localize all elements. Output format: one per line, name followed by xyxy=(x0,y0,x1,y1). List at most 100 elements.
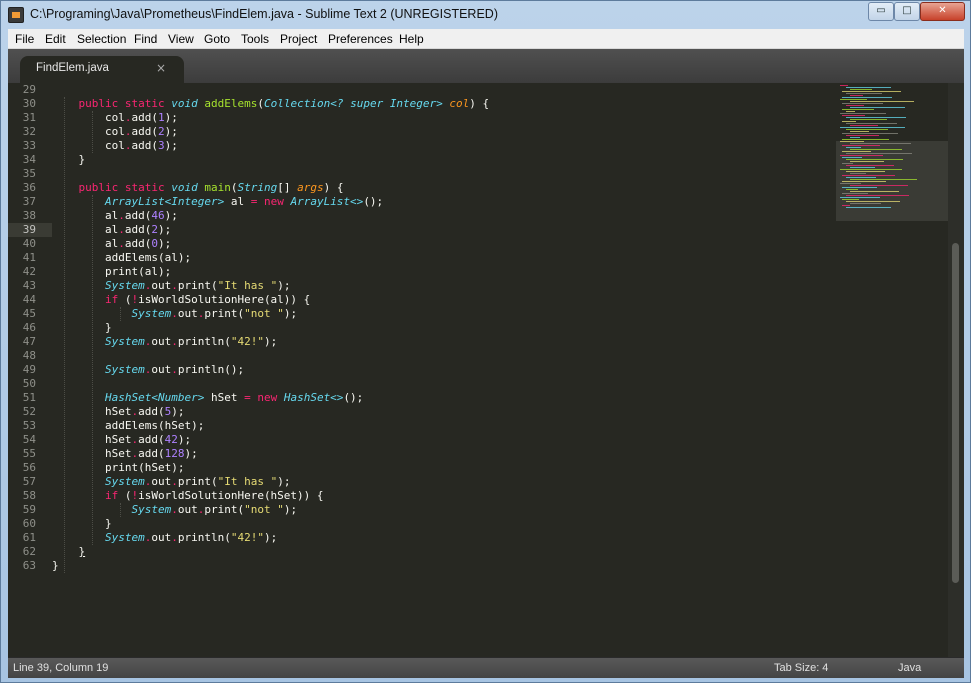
minimap-stroke xyxy=(850,89,872,90)
minimap-stroke xyxy=(842,157,862,158)
minimap-stroke xyxy=(850,161,884,162)
line-number: 54 xyxy=(22,433,36,446)
menu-preferences[interactable]: Preferences xyxy=(328,32,393,46)
line-number: 35 xyxy=(22,167,36,180)
code-area[interactable]: public static void addElems(Collection<?… xyxy=(52,83,834,657)
minimap-stroke xyxy=(846,177,876,178)
minimap-stroke xyxy=(846,195,909,196)
code-line: addElems(hSet); xyxy=(52,419,205,432)
code-line: col.add(3); xyxy=(52,139,178,152)
code-editor[interactable]: 29 30 31 32 33 34 35 36 37 38 39 40 41 42 43 44 45 46 47 48… xyxy=(8,83,964,657)
minimize-button[interactable]: ▭ xyxy=(868,2,894,21)
minimap-stroke xyxy=(850,143,911,144)
minimap-stroke xyxy=(840,155,883,156)
menu-selection[interactable]: Selection xyxy=(77,32,126,46)
syntax-indicator[interactable]: Java xyxy=(898,662,921,674)
vertical-scrollbar[interactable] xyxy=(948,83,964,657)
line-number: 63 xyxy=(22,559,36,572)
tab-label: FindElem.java xyxy=(36,62,109,74)
minimap-stroke xyxy=(842,163,853,164)
minimap-stroke xyxy=(842,109,874,110)
line-number: 59 xyxy=(22,503,36,516)
minimap-stroke xyxy=(840,99,867,100)
menu-tools[interactable]: Tools xyxy=(241,32,269,46)
minimap-stroke xyxy=(846,93,882,94)
line-number: 29 xyxy=(22,83,36,96)
minimap-stroke xyxy=(842,175,895,176)
line-number: 55 xyxy=(22,447,36,460)
line-number: 56 xyxy=(22,461,36,474)
line-number: 32 xyxy=(22,125,36,138)
status-bar: Line 39, Column 19 Tab Size: 4 Java xyxy=(8,657,964,678)
close-button[interactable]: ✕ xyxy=(920,2,965,21)
menu-goto[interactable]: Goto xyxy=(204,32,230,46)
code-line: HashSet<Number> hSet = new HashSet<>(); xyxy=(104,391,364,404)
menu-project[interactable]: Project xyxy=(280,32,317,46)
menu-find[interactable]: Find xyxy=(134,32,157,46)
cursor-position: Line 39, Column 19 xyxy=(13,662,109,674)
code-line: al.add(2); xyxy=(52,223,172,236)
minimap-stroke xyxy=(850,191,899,192)
line-number: 42 xyxy=(22,265,36,278)
tab-size-indicator[interactable]: Tab Size: 4 xyxy=(774,662,828,674)
minimap-stroke xyxy=(842,121,856,122)
menu-edit[interactable]: Edit xyxy=(45,32,66,46)
minimap-stroke xyxy=(850,107,905,108)
sublime-window: C:\Programing\Java\Prometheus\FindElem.j… xyxy=(0,0,971,683)
code-line: hSet.add(5); xyxy=(52,405,185,418)
menu-help[interactable]: Help xyxy=(399,32,424,46)
sublime-app-icon[interactable] xyxy=(8,7,24,23)
code-line: col.add(1); xyxy=(52,111,178,124)
minimap-stroke xyxy=(842,139,889,140)
minimap-stroke xyxy=(846,111,855,112)
minimap-stroke xyxy=(842,151,871,152)
line-number: 41 xyxy=(22,251,36,264)
line-number: 43 xyxy=(22,279,36,292)
menu-file[interactable]: File xyxy=(15,32,34,46)
minimap-stroke xyxy=(846,135,879,136)
minimap-stroke xyxy=(850,167,875,168)
line-number: 47 xyxy=(22,335,36,348)
scrollbar-thumb[interactable] xyxy=(952,243,959,583)
line-number-gutter: 29 30 31 32 33 34 35 36 37 38 39 40 41 42 43 44 45 46 47 48… xyxy=(8,83,52,657)
code-line: public static void addElems(Collection<?… xyxy=(78,97,490,110)
minimap-stroke xyxy=(846,201,900,202)
minimap[interactable] xyxy=(834,83,948,657)
minimap-stroke xyxy=(846,171,885,172)
code-line: print(hSet); xyxy=(52,461,185,474)
line-number: 49 xyxy=(22,363,36,376)
line-number: 31 xyxy=(22,111,36,124)
code-line: hSet.add(42); xyxy=(52,433,192,446)
menu-bar: File Edit Selection Find View Goto Tools… xyxy=(8,29,964,49)
minimap-stroke xyxy=(846,147,861,148)
minimap-stroke xyxy=(846,165,894,166)
code-line: al.add(0); xyxy=(52,237,172,250)
minimap-stroke xyxy=(842,145,880,146)
minimap-stroke xyxy=(840,197,880,198)
minimap-stroke xyxy=(840,113,886,114)
code-line: addElems(al); xyxy=(52,251,192,264)
line-number: 61 xyxy=(22,531,36,544)
minimap-stroke xyxy=(846,87,891,88)
line-number: 36 xyxy=(22,181,36,194)
line-number: 39 xyxy=(22,223,36,236)
minimap-stroke xyxy=(846,105,864,106)
title-bar[interactable]: C:\Programing\Java\Prometheus\FindElem.j… xyxy=(1,1,970,29)
menu-view[interactable]: View xyxy=(168,32,194,46)
code-line: System.out.print("not "); xyxy=(131,307,298,320)
line-number: 58 xyxy=(22,489,36,502)
code-line: print(al); xyxy=(52,265,172,278)
minimap-stroke xyxy=(840,141,864,142)
tab-findelem[interactable]: FindElem.java × xyxy=(20,56,184,83)
line-number: 60 xyxy=(22,517,36,530)
code-line: System.out.print("It has "); xyxy=(104,279,291,292)
minimap-stroke xyxy=(842,115,865,116)
minimap-stroke xyxy=(840,85,848,86)
minimap-stroke xyxy=(842,187,877,188)
minimap-stroke xyxy=(846,159,903,160)
minimap-stroke xyxy=(842,133,898,134)
minimap-stroke xyxy=(850,101,914,102)
maximize-button[interactable]: □ xyxy=(894,2,920,21)
tab-close-icon[interactable]: × xyxy=(156,61,166,75)
